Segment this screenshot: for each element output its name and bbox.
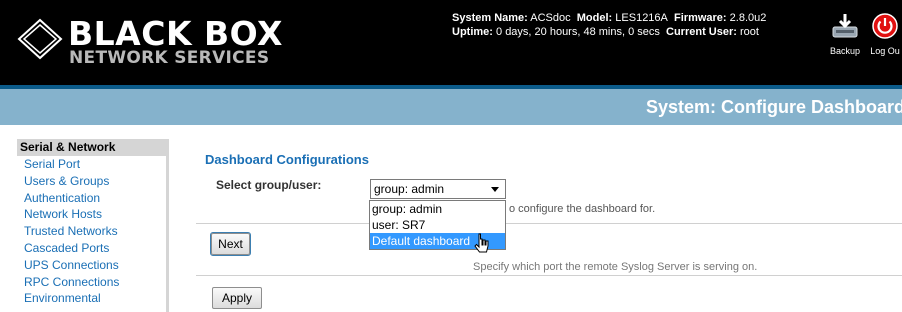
diamond-logo-icon [17,18,63,60]
uptime-value: 0 days, 20 hours, 48 mins, 0 secs [496,26,660,38]
select-help-text: o configure the dashboard for. [509,203,656,215]
uptime-label: Uptime: [452,26,493,38]
model-label: Model: [576,12,613,24]
select-label: Select group/user: [216,178,322,192]
syslog-help-text: Specify which port the remote Syslog Ser… [473,261,758,273]
sidebar-item-trusted-networks[interactable]: Trusted Networks [17,223,166,240]
sidebar-item-environmental[interactable]: Environmental [17,290,166,307]
sidebar-item-network-hosts[interactable]: Network Hosts [17,206,166,223]
sidebar-item-users-groups[interactable]: Users & Groups [17,173,166,190]
sidebar-item-rpc-connections[interactable]: RPC Connections [17,274,166,291]
next-button[interactable]: Next [210,232,251,256]
section-title: Dashboard Configurations [205,152,369,167]
logo[interactable]: BLACK BOX NETWORK SERVICES [17,10,307,72]
firmware-value: 2.8.0u2 [729,12,767,24]
system-info: System Name: ACSdoc Model: LES1216A Firm… [452,11,766,39]
model-value: LES1216A [615,12,668,24]
apply-button[interactable]: Apply [212,287,262,309]
logout-button[interactable]: Log Ou [862,10,902,60]
current-user-value: root [739,26,759,38]
sidebar-item-ups-connections[interactable]: UPS Connections [17,257,166,274]
sidebar-item-cascaded-ports[interactable]: Cascaded Ports [17,240,166,257]
title-bar: System: Configure Dashboard [0,89,902,125]
divider [196,275,902,276]
dropdown-option-user-sr7[interactable]: user: SR7 [370,217,505,233]
select-value: group: admin [374,182,445,196]
logout-label: Log Ou [870,46,900,56]
dropdown-option-group-admin[interactable]: group: admin [370,201,505,217]
power-icon [872,13,898,39]
sidebar-item-serial-port[interactable]: Serial Port [17,156,166,173]
main-content: Dashboard Configurations Select group/us… [196,139,902,312]
chevron-down-icon [491,187,499,192]
page-title: System: Configure Dashboard [645,97,902,117]
group-user-select[interactable]: group: admin [370,179,506,199]
brand-tagline: NETWORK SERVICES [69,48,270,68]
divider [196,223,902,224]
mouse-pointer-icon [474,233,489,253]
sidebar-section-header: Serial & Network [17,139,166,156]
app-window: BLACK BOX NETWORK SERVICES System Name: … [0,0,902,312]
system-name-label: System Name: [452,12,528,24]
header-bar: BLACK BOX NETWORK SERVICES System Name: … [0,0,902,85]
system-name-value: ACSdoc [530,12,571,24]
sidebar: Serial & Network Serial Port Users & Gro… [17,139,169,312]
backup-icon [832,14,858,38]
current-user-label: Current User: [666,26,737,38]
firmware-label: Firmware: [674,12,727,24]
sidebar-item-authentication[interactable]: Authentication [17,190,166,207]
